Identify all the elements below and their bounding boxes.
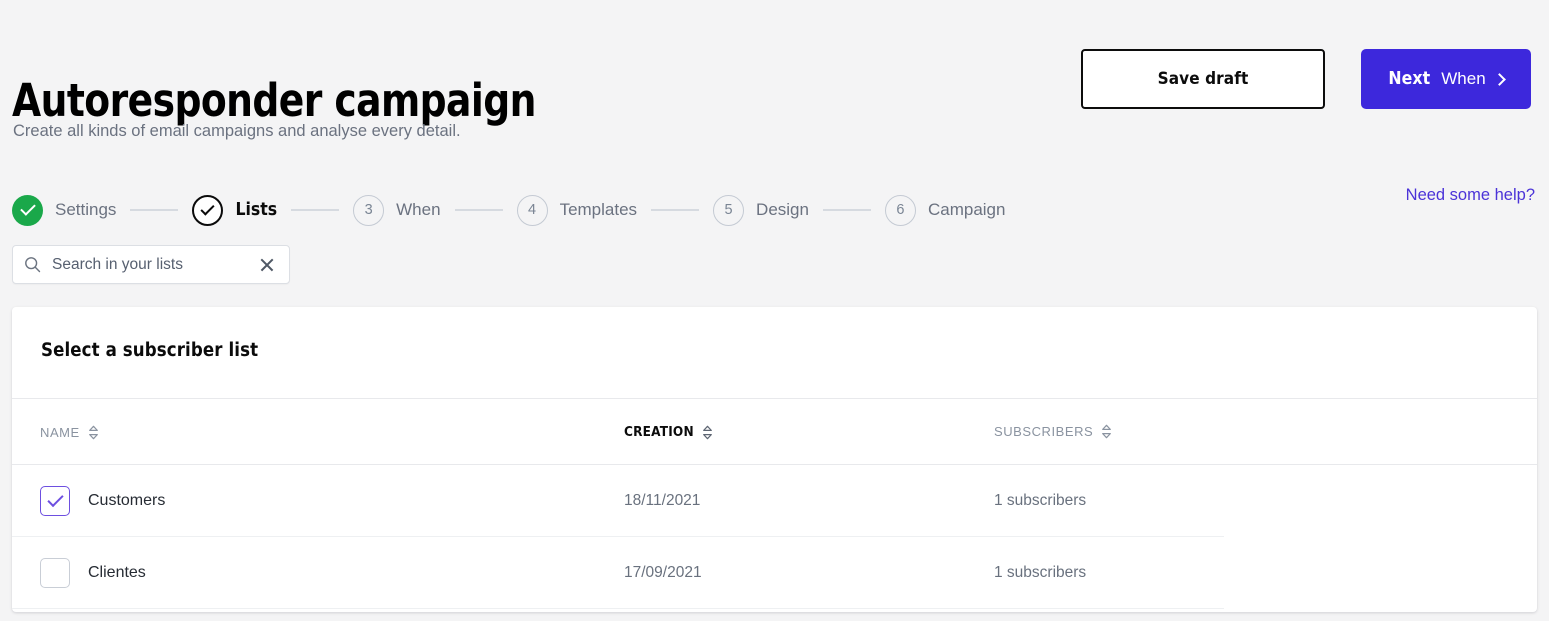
row-creation-cell: 17/09/2021: [624, 564, 994, 582]
sidebar-item-templates[interactable]: 4 Templates: [516, 194, 638, 226]
sort-chevron-icon: [1102, 424, 1112, 439]
step-connector: [130, 209, 179, 211]
step-5-label: Design: [756, 200, 809, 219]
subscriber-lists-table: NAME CREATION SUBSCRIBERS Customers 18/1…: [12, 399, 1537, 609]
row-subscribers-cell: 1 subscribers: [994, 492, 1294, 510]
list-subscriber-count: 1 subscribers: [994, 564, 1087, 581]
next-button-label: Next: [1388, 69, 1431, 89]
row-checkbox[interactable]: [40, 558, 70, 588]
step-3-label: When: [396, 200, 441, 219]
column-header-subscribers[interactable]: SUBSCRIBERS: [994, 424, 1112, 439]
column-header-creation-cell: CREATION: [624, 423, 994, 441]
step-6-number: 6: [884, 194, 916, 226]
column-header-name[interactable]: NAME: [40, 425, 99, 440]
sidebar-item-settings[interactable]: Settings: [12, 194, 117, 226]
step-3-number: 3: [353, 194, 385, 226]
search-icon: [25, 257, 41, 273]
row-creation-cell: 18/11/2021: [624, 492, 994, 510]
step-connector: [454, 209, 503, 211]
subscriber-list-card: Select a subscriber list NAME CREATION S…: [12, 307, 1537, 612]
column-header-subscribers-cell: SUBSCRIBERS: [994, 423, 1294, 441]
list-creation-date: 18/11/2021: [624, 492, 701, 509]
sort-chevron-icon: [88, 425, 98, 439]
save-draft-button[interactable]: Save draft: [1081, 49, 1325, 109]
list-name: Customers: [88, 492, 166, 509]
step-1-status-icon: [12, 194, 43, 226]
table-row[interactable]: Customers 18/11/2021 1 subscribers: [12, 465, 1537, 537]
sidebar-item-when[interactable]: 3 When: [353, 194, 441, 226]
step-4-number: 4: [516, 194, 548, 226]
step-1-label: Settings: [55, 200, 117, 219]
step-connector: [651, 209, 700, 211]
clear-search-icon[interactable]: [257, 255, 277, 275]
sidebar-item-design[interactable]: 5 Design: [713, 194, 809, 226]
chevron-right-icon: [1492, 72, 1506, 86]
sidebar-item-campaign[interactable]: 6 Campaign: [884, 194, 1006, 226]
step-5-number: 5: [713, 194, 745, 226]
column-header-creation[interactable]: CREATION: [624, 424, 713, 440]
card-title: Select a subscriber list: [41, 340, 259, 361]
check-icon: [200, 200, 216, 216]
next-step-button[interactable]: Next When: [1361, 49, 1531, 109]
sort-chevron-icon: [702, 425, 712, 439]
step-2-status-icon: [192, 194, 224, 226]
divider: [12, 608, 1224, 609]
sidebar-item-lists[interactable]: Lists: [192, 194, 278, 226]
row-name-cell: Clientes: [12, 558, 624, 588]
step-2-label: Lists: [235, 200, 278, 220]
step-connector: [291, 209, 340, 211]
page-title: Autoresponder campaign: [12, 74, 536, 128]
step-4-label: Templates: [559, 200, 638, 219]
column-header-creation-label: CREATION: [624, 424, 694, 440]
column-header-name-label: NAME: [40, 424, 80, 440]
need-help-link[interactable]: Need some help?: [1406, 186, 1535, 205]
next-button-step-label: When: [1441, 69, 1486, 88]
search-input[interactable]: [52, 255, 257, 274]
list-creation-date: 17/09/2021: [624, 564, 702, 581]
row-name-cell: Customers: [12, 486, 624, 516]
column-header-name-cell: NAME: [12, 425, 624, 440]
row-checkbox[interactable]: [40, 486, 70, 516]
check-icon: [19, 200, 36, 216]
list-name: Clientes: [88, 564, 146, 581]
row-subscribers-cell: 1 subscribers: [994, 564, 1294, 582]
step-connector: [822, 209, 871, 211]
check-icon: [46, 490, 64, 508]
list-subscriber-count: 1 subscribers: [994, 492, 1087, 509]
column-header-subscribers-label: SUBSCRIBERS: [994, 424, 1094, 439]
page-subtitle: Create all kinds of email campaigns and …: [13, 122, 461, 140]
table-header-row: NAME CREATION SUBSCRIBERS: [12, 399, 1537, 465]
page-header: Autoresponder campaign Create all kinds …: [0, 0, 1549, 160]
table-row[interactable]: Clientes 17/09/2021 1 subscribers: [12, 537, 1537, 609]
step-6-label: Campaign: [927, 200, 1006, 219]
search-lists-box[interactable]: [12, 245, 290, 284]
wizard-stepper: Settings Lists 3 When 4 Templates 5 Desi…: [12, 193, 1005, 227]
